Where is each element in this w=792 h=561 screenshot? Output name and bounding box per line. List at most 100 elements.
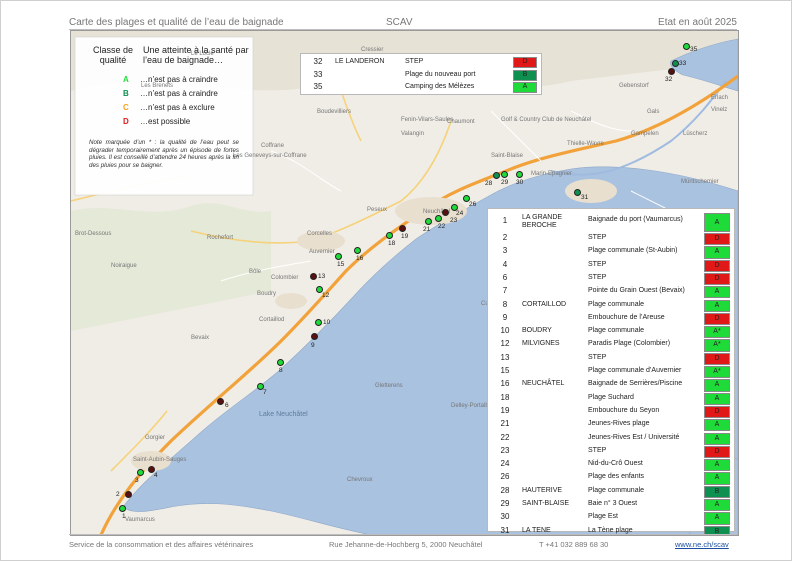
row-quality-code: A — [704, 379, 730, 392]
beach-marker-3[interactable] — [137, 469, 144, 476]
beach-marker-label: 9 — [311, 342, 315, 349]
beach-marker-label: 1 — [122, 513, 126, 520]
beach-marker-29[interactable] — [501, 171, 508, 178]
beach-marker-13[interactable] — [310, 273, 317, 280]
beach-marker-28[interactable] — [493, 172, 500, 179]
map-place-label: Vinelz — [711, 107, 728, 113]
map-place-label: Bôle — [249, 269, 262, 275]
main-table-row: 9 Embouchure de l’Areuse D — [488, 312, 734, 326]
beach-marker-label: 7 — [263, 389, 267, 396]
row-number: 32 — [313, 57, 323, 66]
map-place-label: Chevroux — [347, 477, 373, 483]
footer-link[interactable]: www.ne.ch/scav — [675, 540, 729, 549]
row-number: 23 — [500, 445, 510, 455]
top-table-row: 33 Plage du nouveau port B — [301, 69, 541, 82]
beach-marker-label: 24 — [456, 210, 464, 217]
beach-marker-label: 31 — [581, 194, 589, 201]
beach-marker-label: 16 — [356, 255, 364, 262]
beach-marker-32[interactable] — [668, 68, 675, 75]
beach-marker-label: 6 — [225, 402, 229, 409]
map-place-label: Müntschemier — [681, 179, 719, 185]
row-quality-code: A — [704, 299, 730, 312]
map-place-label: Rochefort — [207, 235, 234, 241]
map-place-label: Boudevilliers — [317, 109, 352, 115]
beach-marker-19[interactable] — [399, 225, 406, 232]
beach-marker-15[interactable] — [335, 253, 342, 260]
main-table-row: 1 LA GRANDE BEROCHE Baignade du port (Vaum… — [488, 212, 734, 232]
beach-marker-33[interactable] — [672, 60, 679, 67]
main-table-row: 18 Plage Suchard A — [488, 392, 734, 405]
beach-marker-label: 29 — [501, 179, 509, 186]
row-beach: Embouchure de l’Areuse — [588, 313, 665, 321]
row-beach: Paradis Plage (Colombier) — [588, 340, 671, 348]
beach-marker-8[interactable] — [277, 359, 284, 366]
beach-marker-1[interactable] — [119, 505, 126, 512]
beach-marker-35[interactable] — [683, 43, 690, 50]
map-panel[interactable]: Le LocleLes BrenetsCressierChézard-Saint… — [70, 30, 739, 536]
beach-marker-label: 18 — [388, 240, 396, 247]
legend-text-b: …n’est pas à craindre — [140, 89, 218, 98]
top-table-row: 35 Camping des Mélèzes A — [301, 81, 541, 94]
row-number: 28 — [500, 485, 510, 495]
row-quality-code: D — [704, 233, 730, 246]
main-table-row: 3 Plage communale (St-Aubin) A — [488, 245, 734, 259]
main-table-row: 13 STEP D — [488, 352, 734, 365]
beach-marker-6[interactable] — [217, 398, 224, 405]
row-quality-code: A — [704, 419, 730, 432]
beach-marker-label: 22 — [438, 223, 446, 230]
row-beach: STEP — [588, 234, 607, 241]
row-quality-code: A — [704, 286, 730, 299]
row-municipality: LA GRANDE BEROCHE — [522, 214, 563, 229]
beach-marker-label: 2 — [116, 491, 120, 498]
beach-marker-31[interactable] — [574, 189, 581, 196]
beach-marker-label: 13 — [318, 273, 326, 280]
legend-health-title: Une atteinte à la santé par l’eau de bai… — [143, 45, 249, 65]
row-beach: STEP — [588, 446, 607, 454]
main-table-row: 23 STEP D — [488, 445, 734, 459]
row-quality-code: D — [704, 445, 730, 459]
row-beach: La Tène plage — [588, 526, 633, 534]
row-number: 2 — [502, 233, 508, 242]
map-place-label: Gals — [647, 109, 660, 115]
beach-marker-label: 28 — [485, 180, 493, 187]
map-place-label: Cortaillod — [259, 317, 285, 323]
beach-marker-label: 33 — [679, 60, 687, 67]
row-municipality: NEUCHÂTEL — [522, 380, 565, 388]
beach-marker-23[interactable] — [442, 209, 449, 216]
beach-marker-21[interactable] — [425, 218, 432, 225]
row-number: 3 — [502, 246, 508, 256]
beach-marker-label: 23 — [450, 217, 458, 224]
row-number: 4 — [502, 259, 508, 269]
row-quality-code: D — [704, 259, 730, 272]
main-table-row: 30 Plage Est A — [488, 511, 734, 525]
beach-marker-2[interactable] — [125, 491, 132, 498]
beach-marker-30[interactable] — [516, 171, 523, 178]
top-table-row: 32 LE LANDERON STEP D — [301, 56, 541, 69]
legend-code-a: A — [123, 75, 129, 84]
row-number: 12 — [500, 339, 510, 349]
footer-rule — [69, 534, 737, 535]
legend-code-b: B — [123, 89, 129, 98]
row-number: 1 — [502, 216, 508, 225]
row-quality-code: A — [704, 472, 730, 485]
row-quality-code: A — [704, 512, 730, 525]
row-beach: Baie n° 3 Ouest — [588, 500, 638, 507]
beach-marker-10[interactable] — [315, 319, 322, 326]
beach-marker-9[interactable] — [311, 333, 318, 340]
map-place-label: Chaumont — [447, 119, 475, 125]
beach-marker-18[interactable] — [386, 232, 393, 239]
map-place-label: Lüscherz — [683, 131, 708, 137]
main-table-row: 26 Plage des enfants A — [488, 471, 734, 485]
row-quality-code: A* — [704, 339, 730, 352]
map-place-label: Saint-Aubin-Sauges — [133, 457, 187, 463]
row-number: 24 — [500, 459, 510, 469]
row-beach: STEP — [588, 260, 607, 268]
beach-marker-22[interactable] — [435, 215, 442, 222]
map-place-label: Peseux — [367, 207, 388, 213]
row-quality-code: A — [704, 432, 730, 445]
row-beach: Plage communale d’Auvernier — [588, 367, 682, 374]
row-beach: Camping des Mélèzes — [405, 83, 475, 90]
legend-note: Note marquée d’un * : la qualité de l’ea… — [89, 139, 239, 169]
main-table-row: 7 Pointe du Grain Ouest (Bevaix) A — [488, 285, 734, 299]
beach-marker-16[interactable] — [354, 247, 361, 254]
